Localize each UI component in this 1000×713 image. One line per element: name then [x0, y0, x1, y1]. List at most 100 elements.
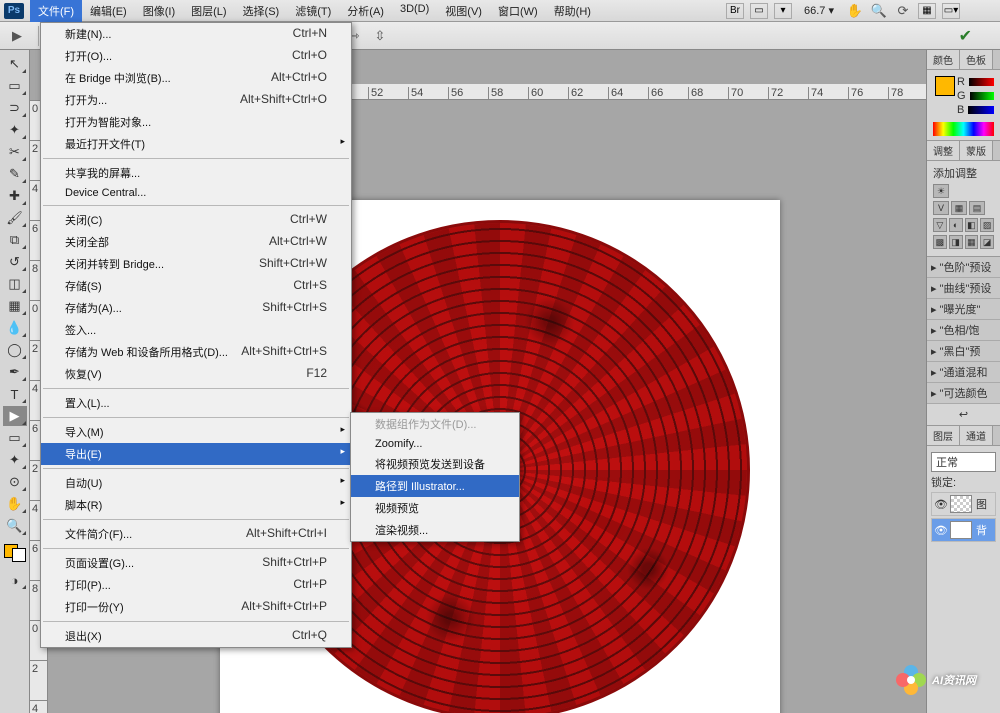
adjust-preset[interactable]: "色阶"预设 — [927, 257, 1000, 278]
hand-tool-icon[interactable]: ✋ — [846, 2, 864, 20]
swatches-panel-tab[interactable]: 色板 — [960, 50, 993, 69]
menu-item[interactable]: 存储(S)Ctrl+S — [41, 275, 351, 297]
visibility-icon[interactable]: 👁 — [934, 498, 946, 511]
menu-item[interactable]: 打开(O)...Ctrl+O — [41, 45, 351, 67]
3d-camera-icon[interactable]: ⊙ — [3, 472, 27, 492]
adjust-preset[interactable]: "色相/饱 — [927, 320, 1000, 341]
channels-panel-tab[interactable]: 通道 — [960, 426, 993, 445]
r-slider[interactable] — [969, 78, 994, 86]
rotate-view-icon[interactable]: ⟳ — [894, 2, 912, 20]
menu-item[interactable]: 退出(X)Ctrl+Q — [41, 625, 351, 647]
menu-l[interactable]: 图层(L) — [183, 0, 234, 22]
hue-icon[interactable]: ◐ — [949, 218, 963, 232]
layer-row[interactable]: 👁 图 — [931, 492, 996, 516]
menu-item[interactable]: Device Central... — [41, 184, 351, 202]
menu-item[interactable]: 关闭并转到 Bridge...Shift+Ctrl+W — [41, 253, 351, 275]
crop-tool-icon[interactable]: ✂ — [3, 142, 27, 162]
screen-mode-icon[interactable]: ▭ — [750, 3, 768, 19]
layer-row[interactable]: 👁 ● 背 — [931, 518, 996, 542]
path-select-icon[interactable]: ▶ — [8, 27, 26, 45]
selective-icon[interactable]: ◪ — [980, 235, 994, 249]
commit-icon[interactable]: ✔ — [959, 26, 972, 46]
menu-item[interactable]: 脚本(R) — [41, 494, 351, 516]
menu-dd[interactable]: 3D(D) — [392, 0, 437, 22]
menu-item[interactable]: 共享我的屏幕... — [41, 162, 351, 184]
menu-i[interactable]: 图像(I) — [135, 0, 183, 22]
adjust-preset[interactable]: "通道混和 — [927, 362, 1000, 383]
menu-item[interactable]: 打开为智能对象... — [41, 111, 351, 133]
g-slider[interactable] — [970, 92, 994, 100]
menu-item[interactable]: 导出(E) — [41, 443, 351, 465]
menu-item[interactable]: 存储为(A)...Shift+Ctrl+S — [41, 297, 351, 319]
visibility-icon[interactable]: 👁 — [934, 524, 946, 537]
return-icon[interactable]: ↩ — [959, 409, 968, 421]
marquee-tool-icon[interactable]: ▭ — [3, 76, 27, 96]
menu-item[interactable]: 打印(P)...Ctrl+P — [41, 574, 351, 596]
menu-item[interactable]: 置入(L)... — [41, 392, 351, 414]
workspace-icon[interactable]: ▦ — [918, 3, 936, 19]
shape-tool-icon[interactable]: ▭ — [3, 428, 27, 448]
menu-item[interactable]: 新建(N)...Ctrl+N — [41, 23, 351, 45]
menu-item[interactable]: 打印一份(Y)Alt+Shift+Ctrl+P — [41, 596, 351, 618]
layers-panel-tab[interactable]: 图层 — [927, 426, 960, 445]
eyedropper-tool-icon[interactable]: ✎ — [3, 164, 27, 184]
heal-tool-icon[interactable]: ✚ — [3, 186, 27, 206]
menu-item[interactable]: 存储为 Web 和设备所用格式(D)...Alt+Shift+Ctrl+S — [41, 341, 351, 363]
menu-s[interactable]: 选择(S) — [235, 0, 288, 22]
menu-item[interactable]: 关闭全部Alt+Ctrl+W — [41, 231, 351, 253]
submenu-item[interactable]: Zoomify... — [351, 435, 519, 453]
move-tool-icon[interactable]: ↖ — [3, 54, 27, 74]
pen-tool-icon[interactable]: ✒ — [3, 362, 27, 382]
blur-tool-icon[interactable]: 💧 — [3, 318, 27, 338]
adjust-preset[interactable]: "可选颜色 — [927, 383, 1000, 404]
dodge-tool-icon[interactable]: ◯ — [3, 340, 27, 360]
path-select-tool-icon[interactable]: ▶ — [3, 406, 27, 426]
submenu-item[interactable]: 渲染视频... — [351, 519, 519, 541]
vibrance-icon[interactable]: ▽ — [933, 218, 947, 232]
foreground-swatch[interactable] — [935, 76, 955, 96]
submenu-item[interactable]: 视频预览 — [351, 497, 519, 519]
lasso-tool-icon[interactable]: ⊃ — [3, 98, 27, 118]
bw-icon[interactable]: ◧ — [965, 218, 979, 232]
masks-panel-tab[interactable]: 蒙版 — [960, 141, 993, 160]
submenu-item[interactable]: 将视频预览发送到设备 — [351, 453, 519, 475]
menu-item[interactable]: 文件简介(F)...Alt+Shift+Ctrl+I — [41, 523, 351, 545]
menu-item[interactable]: 导入(M) — [41, 421, 351, 443]
zoom-tool-icon[interactable]: 🔍 — [870, 2, 888, 20]
wand-tool-icon[interactable]: ✦ — [3, 120, 27, 140]
menu-item[interactable]: 恢复(V)F12 — [41, 363, 351, 385]
quickmask-icon[interactable]: ◑ — [3, 570, 27, 590]
photo-filter-icon[interactable]: ▨ — [980, 218, 994, 232]
adjust-preset[interactable]: "曲线"预设 — [927, 278, 1000, 299]
exposure-icon[interactable]: ▤ — [969, 201, 985, 215]
brush-tool-icon[interactable]: 🖌 — [3, 208, 27, 228]
color-swatch[interactable] — [4, 544, 26, 562]
menu-item[interactable]: 页面设置(G)...Shift+Ctrl+P — [41, 552, 351, 574]
color-panel-tab[interactable]: 颜色 — [927, 50, 960, 69]
menu-item[interactable]: 签入... — [41, 319, 351, 341]
submenu-item[interactable]: 路径到 Illustrator... — [351, 475, 519, 497]
3d-tool-icon[interactable]: ✦ — [3, 450, 27, 470]
workspace-switcher-icon[interactable]: ▭▾ — [942, 3, 960, 19]
menu-item[interactable]: 关闭(C)Ctrl+W — [41, 209, 351, 231]
adjust-preset[interactable]: "黑白"预 — [927, 341, 1000, 362]
history-brush-icon[interactable]: ↺ — [3, 252, 27, 272]
b-slider[interactable] — [968, 106, 994, 114]
type-tool-icon[interactable]: T — [3, 384, 27, 404]
invert-icon[interactable]: ▩ — [933, 235, 947, 249]
menu-v[interactable]: 视图(V) — [437, 0, 490, 22]
menu-f[interactable]: 文件(F) — [30, 0, 82, 22]
dist-v-icon[interactable]: ⇳ — [371, 27, 389, 45]
blend-mode-select[interactable]: 正常 — [931, 452, 996, 472]
threshold-icon[interactable]: ◨ — [949, 235, 963, 249]
gradient-map-icon[interactable]: ▦ — [965, 235, 979, 249]
arrange-icon[interactable]: ▾ — [774, 3, 792, 19]
zoom-tool-icon[interactable]: 🔍 — [3, 516, 27, 536]
levels-icon[interactable]: V — [933, 201, 949, 215]
menu-item[interactable]: 自动(U) — [41, 472, 351, 494]
gradient-tool-icon[interactable]: ▦ — [3, 296, 27, 316]
hand-tool-icon[interactable]: ✋ — [3, 494, 27, 514]
stamp-tool-icon[interactable]: ⧉ — [3, 230, 27, 250]
menu-item[interactable]: 在 Bridge 中浏览(B)...Alt+Ctrl+O — [41, 67, 351, 89]
brightness-icon[interactable]: ☀ — [933, 184, 949, 198]
